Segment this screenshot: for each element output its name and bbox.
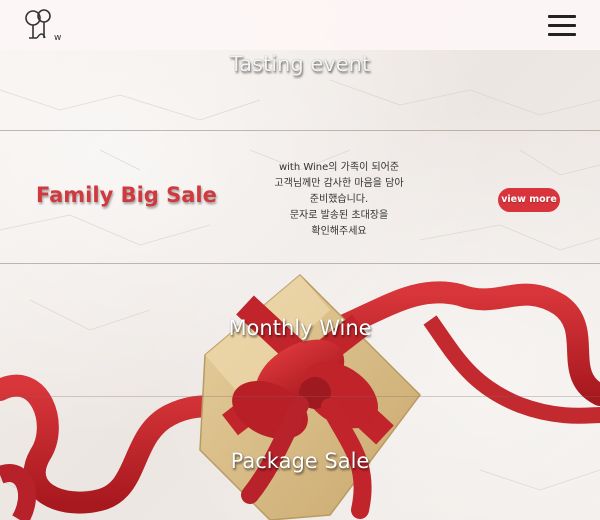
- description-line: 확인해주세요: [311, 226, 367, 237]
- description-line: 준비했습니다.: [309, 194, 369, 205]
- view-more-button[interactable]: view more: [498, 188, 560, 212]
- package-sale-title[interactable]: Package Sale: [0, 449, 600, 473]
- family-big-sale-title[interactable]: Family Big Sale: [36, 183, 217, 207]
- section-divider: [0, 130, 600, 131]
- description-line: 고객님께만 감사한 마음을 담아: [274, 178, 404, 189]
- section-divider: [0, 396, 600, 397]
- menu-line: [548, 24, 576, 27]
- description-line: with Wine의 가족이 되어준: [278, 162, 400, 173]
- menu-line: [548, 33, 576, 36]
- monthly-wine-title[interactable]: Monthly Wine: [0, 316, 600, 340]
- description-line: 문자로 발송된 초대장을: [289, 210, 389, 221]
- logo-text: w: [54, 33, 61, 43]
- family-sale-description: with Wine의 가족이 되어준 고객님께만 감사한 마음을 담아 준비했습…: [239, 160, 439, 240]
- hamburger-menu-icon[interactable]: [548, 14, 576, 36]
- gift-box-illustration: [0, 273, 600, 520]
- menu-line: [548, 15, 576, 18]
- section-divider: [0, 263, 600, 264]
- top-header: w: [0, 0, 600, 50]
- wine-glasses-logo[interactable]: w: [22, 8, 66, 44]
- tasting-event-title[interactable]: Tasting event: [0, 52, 600, 76]
